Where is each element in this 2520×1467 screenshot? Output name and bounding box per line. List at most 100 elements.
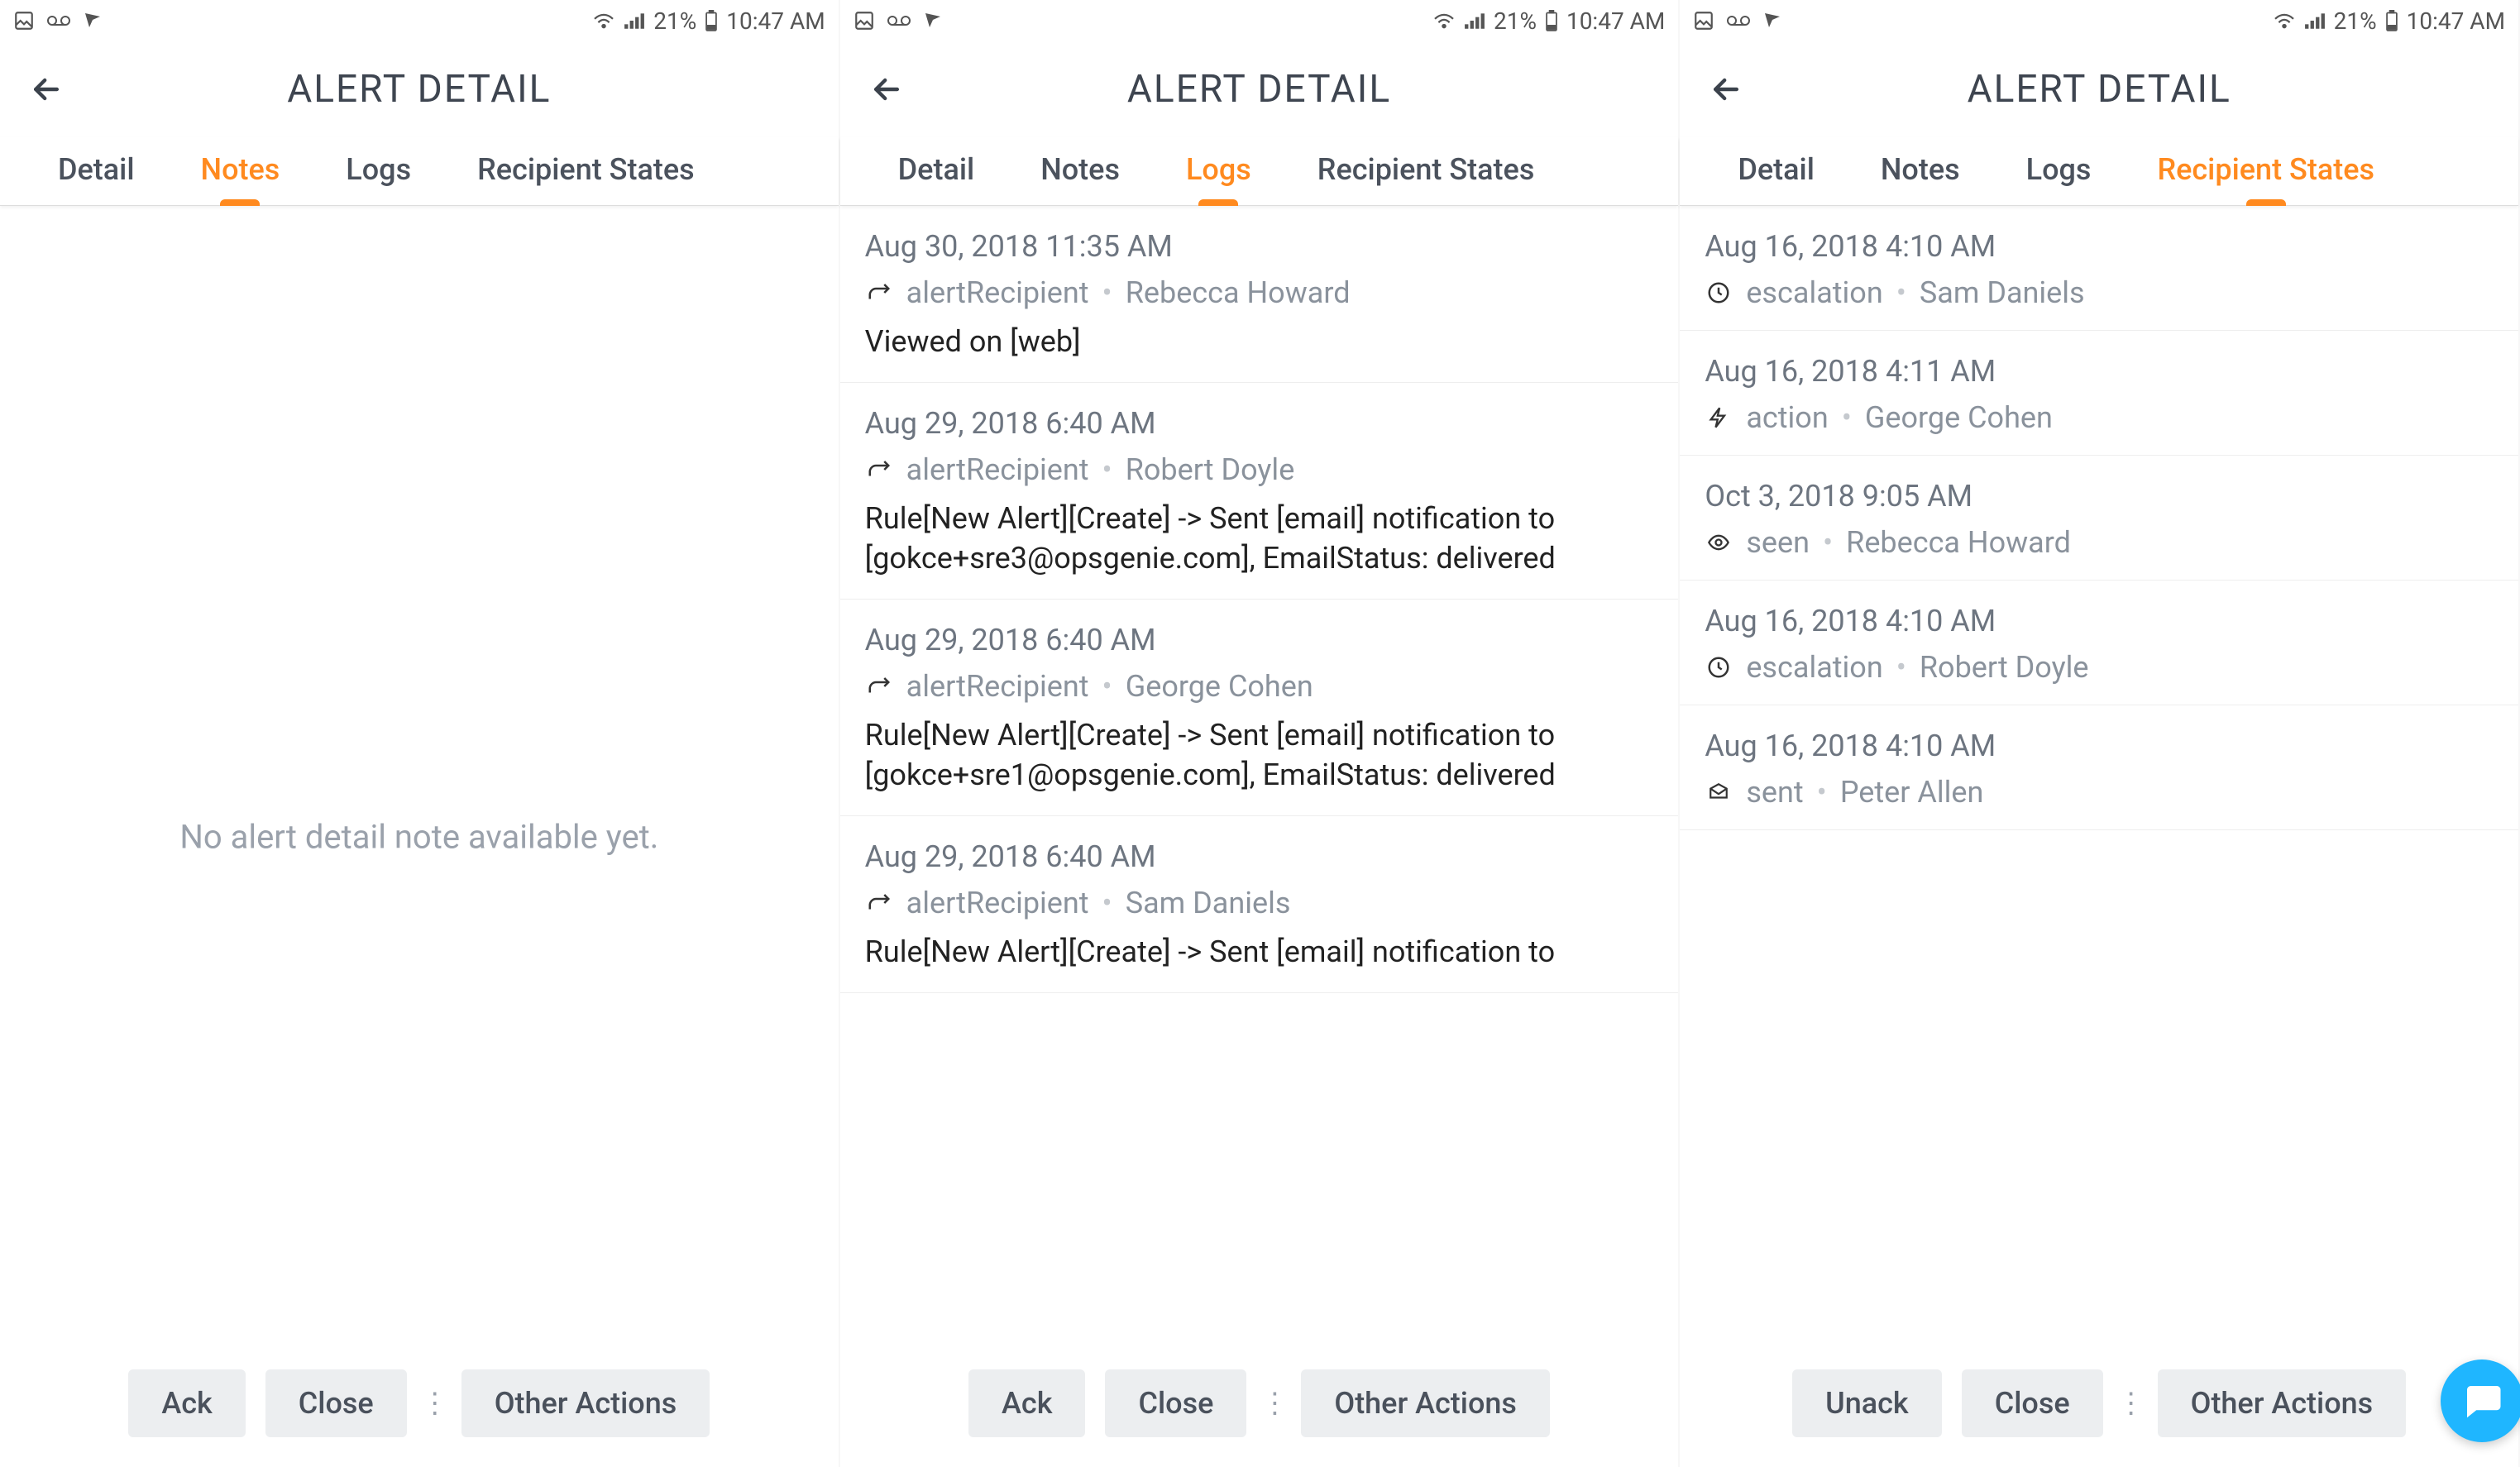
other-actions-button[interactable]: Other Actions [2158,1369,2407,1437]
signal-icon [1464,12,1485,30]
log-person: George Cohen [1126,669,1313,704]
log-type: alertRecipient [906,669,1089,704]
log-person: Robert Doyle [1126,452,1295,487]
state-type: sent [1746,775,1803,810]
tab-detail[interactable]: Detail [865,137,1008,205]
state-person: Peter Allen [1840,775,1984,810]
clock-icon [1705,279,1733,307]
unack-button[interactable]: Unack [1792,1369,1942,1437]
status-time: 10:47 AM [1566,7,1665,35]
tab-detail[interactable]: Detail [1705,137,1848,205]
wifi-icon [1432,12,1456,30]
image-icon [1693,10,1714,31]
status-bar: 21% 10:47 AM [840,0,1679,41]
image-icon [854,10,875,31]
action-bar: Unack Close ⋮ Other Actions [1680,1345,2518,1467]
alarm-icon [923,10,943,31]
page-title: ALERT DETAIL [1749,67,2449,112]
log-body: Rule[New Alert][Create] -> Sent [email] … [865,499,1654,579]
voicemail-icon [1726,10,1751,31]
state-type: action [1746,400,1828,435]
battery-icon [1545,10,1558,31]
status-time: 10:47 AM [2407,7,2505,35]
screen-recipient-states: 21% 10:47 AM ALERT DETAIL Detail Notes L… [1680,0,2520,1467]
battery-icon [705,10,718,31]
close-button[interactable]: Close [1105,1369,1246,1437]
tab-recipient-states[interactable]: Recipient States [1284,137,1568,205]
state-type: seen [1746,525,1810,560]
back-button[interactable] [1703,66,1749,112]
app-header: ALERT DETAIL [0,41,839,137]
empty-message: No alert detail note available yet. [0,817,839,856]
bolt-icon [1705,404,1733,432]
log-person: Sam Daniels [1126,886,1291,920]
tab-logs[interactable]: Logs [1153,137,1284,205]
voicemail-icon [46,10,71,31]
tab-recipient-states[interactable]: Recipient States [2124,137,2408,205]
state-date: Oct 3, 2018 9:05 AM [1705,479,2494,514]
voicemail-icon [887,10,911,31]
close-button[interactable]: Close [1962,1369,2103,1437]
tab-detail[interactable]: Detail [25,137,168,205]
separator-dot: • [1102,886,1112,920]
tab-logs[interactable]: Logs [1993,137,2125,205]
ack-button[interactable]: Ack [128,1369,245,1437]
battery-percent: 21% [2334,7,2377,35]
image-icon [13,10,35,31]
more-icon[interactable]: ⋮ [1266,1369,1281,1437]
state-entry: Aug 16, 2018 4:10 AM escalation • Sam Da… [1680,206,2518,331]
tab-logs[interactable]: Logs [313,137,444,205]
screen-logs: 21% 10:47 AM ALERT DETAIL Detail Notes L… [840,0,1681,1467]
log-body: Rule[New Alert][Create] -> Sent [email] … [865,932,1654,972]
state-entry: Aug 16, 2018 4:10 AM sent • Peter Allen [1680,705,2518,830]
tab-notes[interactable]: Notes [168,137,313,205]
ack-button[interactable]: Ack [968,1369,1085,1437]
eye-icon [1705,528,1733,557]
close-button[interactable]: Close [265,1369,407,1437]
page-title: ALERT DETAIL [910,67,1609,112]
back-button[interactable] [863,66,910,112]
log-entry: Aug 29, 2018 6:40 AM alertRecipient • Ro… [840,383,1679,600]
tab-bar: Detail Notes Logs Recipient States [0,137,839,206]
separator-dot: • [1102,452,1112,487]
chat-widget-button[interactable] [2441,1359,2520,1442]
back-button[interactable] [23,66,69,112]
clock-icon [1705,653,1733,681]
recipient-icon [865,279,893,307]
action-bar: Ack Close ⋮ Other Actions [0,1345,839,1467]
state-entry: Aug 16, 2018 4:10 AM escalation • Robert… [1680,581,2518,705]
log-date: Aug 29, 2018 6:40 AM [865,406,1654,441]
alarm-icon [83,10,103,31]
state-person: Sam Daniels [1920,275,2085,310]
log-entry: Aug 29, 2018 6:40 AM alertRecipient • Sa… [840,816,1679,993]
content-recipient-states[interactable]: Aug 16, 2018 4:10 AM escalation • Sam Da… [1680,206,2518,1467]
state-type: escalation [1746,275,1882,310]
other-actions-button[interactable]: Other Actions [461,1369,710,1437]
tab-notes[interactable]: Notes [1007,137,1153,205]
recipient-icon [865,456,893,484]
log-type: alertRecipient [906,275,1089,310]
state-date: Aug 16, 2018 4:11 AM [1705,354,2494,389]
content-logs[interactable]: Aug 30, 2018 11:35 AM alertRecipient • R… [840,206,1679,1467]
battery-percent: 21% [653,7,696,35]
more-icon[interactable]: ⋮ [427,1369,442,1437]
state-date: Aug 16, 2018 4:10 AM [1705,729,2494,763]
page-title: ALERT DETAIL [69,67,769,112]
tab-notes[interactable]: Notes [1848,137,1993,205]
log-body: Viewed on [web] [865,322,1654,362]
log-body: Rule[New Alert][Create] -> Sent [email] … [865,715,1654,796]
state-person: Robert Doyle [1920,650,2089,685]
wifi-icon [592,12,615,30]
state-entry: Aug 16, 2018 4:11 AM action • George Coh… [1680,331,2518,456]
log-date: Aug 29, 2018 6:40 AM [865,839,1654,874]
state-date: Aug 16, 2018 4:10 AM [1705,604,2494,638]
tab-recipient-states[interactable]: Recipient States [444,137,728,205]
app-header: ALERT DETAIL [1680,41,2518,137]
tab-bar: Detail Notes Logs Recipient States [840,137,1679,206]
status-bar: 21% 10:47 AM [0,0,839,41]
other-actions-button[interactable]: Other Actions [1301,1369,1550,1437]
recipient-icon [865,889,893,917]
wifi-icon [2273,12,2296,30]
state-date: Aug 16, 2018 4:10 AM [1705,229,2494,264]
more-icon[interactable]: ⋮ [2123,1369,2138,1437]
